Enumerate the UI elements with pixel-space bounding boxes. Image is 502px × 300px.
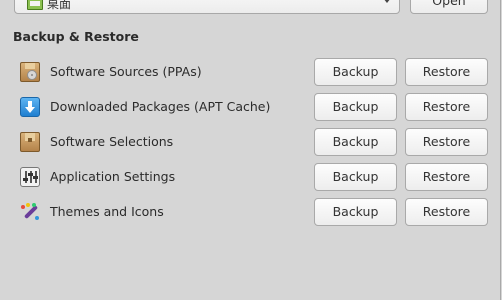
- item-label: Application Settings: [50, 169, 176, 184]
- list-item: Themes and Icons Backup Restore: [0, 198, 502, 226]
- backup-button[interactable]: Backup: [314, 198, 397, 226]
- theme-brush-icon: [20, 202, 40, 222]
- folder-icon: [27, 0, 43, 10]
- software-sources-icon: [20, 62, 40, 82]
- section-title: Backup & Restore: [13, 29, 139, 44]
- list-item: Downloaded Packages (APT Cache) Backup R…: [0, 93, 502, 121]
- restore-button[interactable]: Restore: [405, 58, 488, 86]
- restore-button[interactable]: Restore: [405, 128, 488, 156]
- restore-button[interactable]: Restore: [405, 198, 488, 226]
- list-item: Application Settings Backup Restore: [0, 163, 502, 191]
- folder-combo[interactable]: 桌面: [14, 0, 400, 14]
- item-label: Software Sources (PPAs): [50, 64, 202, 79]
- restore-button[interactable]: Restore: [405, 163, 488, 191]
- folder-combo-value: 桌面: [47, 0, 72, 11]
- download-icon: [20, 97, 40, 117]
- list-item: Software Sources (PPAs) Backup Restore: [0, 58, 502, 86]
- window-frame: 桌面 Open Backup & Restore Software Source…: [0, 0, 501, 300]
- backup-button[interactable]: Backup: [314, 58, 397, 86]
- item-label: Themes and Icons: [50, 204, 164, 219]
- open-button[interactable]: Open: [410, 0, 488, 14]
- chevron-down-icon: [383, 0, 391, 3]
- item-label: Software Selections: [50, 134, 174, 149]
- package-icon: [20, 132, 40, 152]
- settings-sliders-icon: [20, 167, 40, 187]
- list-item: Software Selections Backup Restore: [0, 128, 502, 156]
- backup-button[interactable]: Backup: [314, 128, 397, 156]
- backup-button[interactable]: Backup: [314, 93, 397, 121]
- backup-button[interactable]: Backup: [314, 163, 397, 191]
- restore-button[interactable]: Restore: [405, 93, 488, 121]
- item-label: Downloaded Packages (APT Cache): [50, 99, 271, 114]
